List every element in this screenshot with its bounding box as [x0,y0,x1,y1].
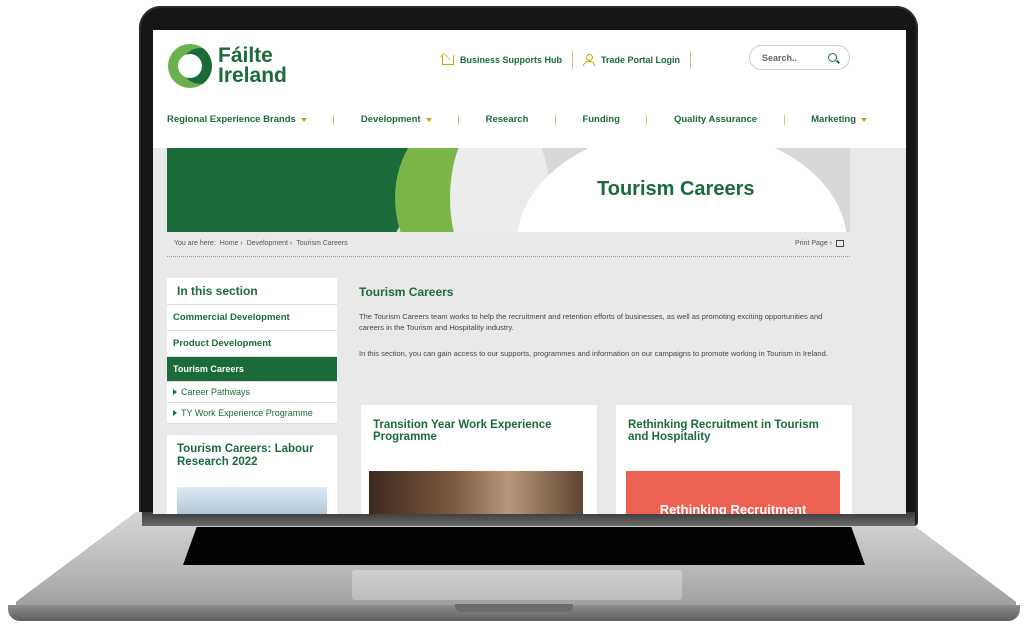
nav-item-funding[interactable]: Funding [582,114,619,125]
ty-work-experience-card-image [369,471,583,514]
nav-item-marketing[interactable]: Marketing [811,114,867,125]
laptop-notch [455,604,573,612]
breadcrumb-home[interactable]: Home › [220,240,243,247]
nav-item-quality-assurance[interactable]: Quality Assurance [674,114,757,125]
chevron-down-icon [861,117,867,122]
sidebar-subitem-ty-work-experience[interactable]: TY Work Experience Programme [167,403,337,424]
nav-label: Marketing [811,114,856,125]
rethinking-recruitment-card-image: Rethinking Recruitment [626,471,840,514]
banner-title: Tourism Careers [597,178,755,200]
nav-label: Development [360,114,421,125]
sidebar-subitem-label: TY Work Experience Programme [181,408,313,418]
browser-screen: Fáilte Ireland Business Supports Hub Tra… [153,30,906,514]
nav-label: Funding [582,114,620,125]
breadcrumb-current: Tourism Careers [296,240,348,247]
caret-right-icon [173,389,177,395]
intro-paragraph: The Tourism Careers team works to help t… [359,312,823,332]
laptop-mockup: Fáilte Ireland Business Supports Hub Tra… [0,0,1027,630]
logo-line-1: Fáilte [218,44,273,67]
sidebar-item-tourism-careers[interactable]: Tourism Careers [167,357,337,382]
chevron-down-icon [300,117,307,122]
sidebar-subitem-career-pathways[interactable]: Career Pathways [167,382,337,403]
labour-research-card-image [177,487,327,514]
trade-portal-login-link[interactable]: Trade Portal Login [573,50,690,70]
nav-label: Research [485,114,529,125]
page-title: Tourism Careers [359,285,454,299]
rethinking-recruitment-image-text: Rethinking Recruitment [659,502,807,514]
hero-banner: Tourism Careers [167,148,850,232]
ty-work-experience-card[interactable]: Transition Year Work Experience Programm… [361,405,597,514]
nav-item-research[interactable]: Research [486,114,529,125]
business-supports-hub-label: Business Supports Hub [459,55,562,65]
shamrock-logo-icon [168,44,212,88]
breadcrumb: You are here: Home › Development › Touri… [174,240,348,247]
site-header: Fáilte Ireland Business Supports Hub Tra… [153,30,906,148]
nav-divider [554,114,556,125]
nav-label: Regional Experience Brands [167,114,296,125]
section-sidebar: In this section Commercial Development P… [167,278,337,424]
breadcrumb-prefix: You are here: [174,240,216,247]
laptop-hinge [142,512,915,526]
printer-icon [836,240,844,247]
utility-links: Business Supports Hub Trade Portal Login [432,50,691,70]
rethinking-recruitment-card-title: Rethinking Recruitment in Tourism and Ho… [628,419,819,443]
nav-item-development[interactable]: Development [361,114,432,125]
ty-work-experience-card-title: Transition Year Work Experience Programm… [373,419,552,443]
sidebar-item-product-development[interactable]: Product Development [167,331,337,357]
sidebar-heading: In this section [167,278,337,305]
failte-ireland-logo[interactable]: Fáilte Ireland [168,44,287,88]
nav-divider [646,114,648,125]
utility-divider [690,51,691,69]
labour-research-card[interactable]: Tourism Careers: Labour Research 2022 [167,435,337,514]
sidebar-item-commercial-development[interactable]: Commercial Development [167,305,337,331]
home-icon [441,55,454,65]
main-nav: Regional Experience Brands Development R… [167,114,867,125]
search-input[interactable]: Search.. [749,45,850,70]
nav-divider [458,114,460,125]
logo-wordmark: Fáilte Ireland [218,44,287,87]
laptop-keyboard [183,527,865,565]
caret-right-icon [173,410,177,416]
nav-divider [333,114,335,125]
search-icon[interactable] [828,53,837,62]
business-supports-hub-link[interactable]: Business Supports Hub [432,50,572,70]
rethinking-recruitment-card[interactable]: Rethinking Recruitment in Tourism and Ho… [616,405,852,514]
sidebar-subitem-label: Career Pathways [181,387,251,397]
logo-line-2: Ireland [218,64,287,87]
breadcrumb-divider [167,256,850,257]
section-paragraph: In this section, you can gain access to … [359,349,828,358]
trade-portal-login-label: Trade Portal Login [600,55,680,65]
search-placeholder: Search.. [762,52,798,63]
nav-item-regional-experience-brands[interactable]: Regional Experience Brands [167,114,307,125]
chevron-down-icon [425,117,432,122]
user-icon [582,54,595,66]
labour-research-card-title: Tourism Careers: Labour Research 2022 [177,443,314,468]
nav-label: Quality Assurance [673,114,758,125]
print-page-button[interactable]: Print Page › [795,240,844,247]
laptop-trackpad [352,570,682,600]
breadcrumb-development[interactable]: Development › [247,240,293,247]
nav-divider [783,114,785,125]
print-page-label: Print Page › [795,240,832,247]
